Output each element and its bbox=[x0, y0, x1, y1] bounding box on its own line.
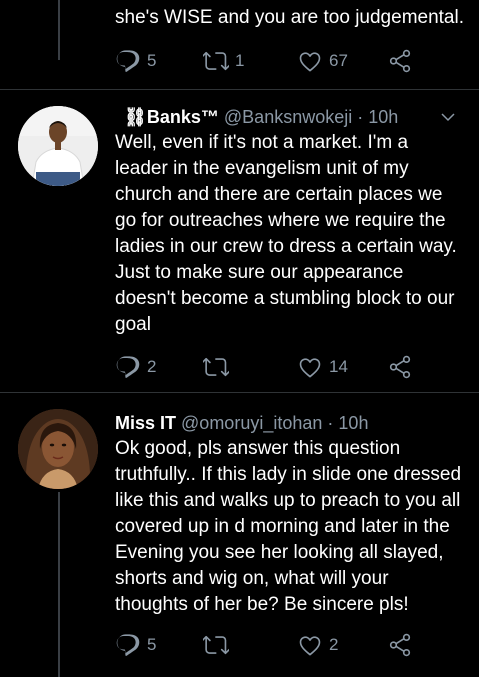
like-button[interactable]: 14 bbox=[297, 352, 348, 382]
reply-icon bbox=[116, 356, 140, 378]
tweet-text: she's WISE and you are too judgemental. bbox=[115, 7, 464, 28]
share-icon bbox=[389, 49, 411, 73]
share-icon bbox=[389, 355, 411, 379]
retweet-icon bbox=[203, 51, 229, 71]
like-count: 67 bbox=[329, 51, 348, 70]
reply-icon bbox=[116, 634, 140, 656]
like-button[interactable]: 2 bbox=[297, 630, 338, 660]
avatar-image bbox=[18, 106, 98, 186]
avatar-image bbox=[18, 409, 98, 489]
tweet-header: Miss IT @omoruyi_itohan · 10h bbox=[115, 410, 465, 436]
handle[interactable]: @Banksnwokeji bbox=[224, 107, 352, 127]
tweet-text: Well, even if it's not a market. I'm a l… bbox=[115, 132, 457, 335]
retweet-icon bbox=[203, 635, 229, 655]
reply-count: 2 bbox=[147, 357, 157, 376]
like-button[interactable]: 67 bbox=[297, 46, 348, 76]
avatar[interactable] bbox=[18, 106, 98, 186]
reply-button[interactable]: 5 bbox=[115, 630, 156, 660]
like-count: 14 bbox=[329, 357, 348, 376]
timestamp[interactable]: 10h bbox=[368, 107, 398, 127]
reply-button[interactable]: 2 bbox=[115, 352, 156, 382]
separator-dot: · bbox=[357, 107, 364, 127]
retweet-button[interactable] bbox=[203, 630, 235, 660]
reply-button[interactable]: 5 bbox=[115, 46, 156, 76]
like-icon bbox=[299, 52, 321, 72]
tweet-text: Ok good, pls answer this question truthf… bbox=[115, 438, 462, 615]
timestamp[interactable]: 10h bbox=[338, 413, 368, 433]
avatar[interactable] bbox=[18, 409, 98, 489]
tweet-header: ⛓Banks™ @Banksnwokeji · 10h bbox=[115, 104, 465, 130]
tweet-1[interactable]: she's WISE and you are too judgemental. … bbox=[0, 0, 479, 88]
display-name[interactable]: ⛓Banks™ bbox=[115, 107, 219, 127]
chevron-down-icon[interactable] bbox=[439, 108, 457, 126]
tweet-3[interactable]: Miss IT @omoruyi_itohan · 10h Ok good, p… bbox=[0, 393, 479, 677]
reply-count: 5 bbox=[147, 51, 157, 70]
like-count: 2 bbox=[329, 635, 339, 654]
handle[interactable]: @omoruyi_itohan bbox=[181, 413, 322, 433]
display-name[interactable]: Miss IT bbox=[115, 413, 176, 433]
like-icon bbox=[299, 636, 321, 656]
share-button[interactable] bbox=[387, 46, 413, 76]
retweet-button[interactable]: 1 bbox=[203, 46, 244, 76]
share-button[interactable] bbox=[387, 352, 413, 382]
share-icon bbox=[389, 633, 411, 657]
like-icon bbox=[299, 358, 321, 378]
tweet-2[interactable]: ⛓Banks™ @Banksnwokeji · 10h Well, even i… bbox=[0, 90, 479, 391]
separator-dot: · bbox=[327, 413, 334, 433]
reply-count: 5 bbox=[147, 635, 157, 654]
retweet-button[interactable] bbox=[203, 352, 235, 382]
share-button[interactable] bbox=[387, 630, 413, 660]
retweet-count: 1 bbox=[235, 51, 245, 70]
retweet-icon bbox=[203, 357, 229, 377]
reply-icon bbox=[116, 50, 140, 72]
